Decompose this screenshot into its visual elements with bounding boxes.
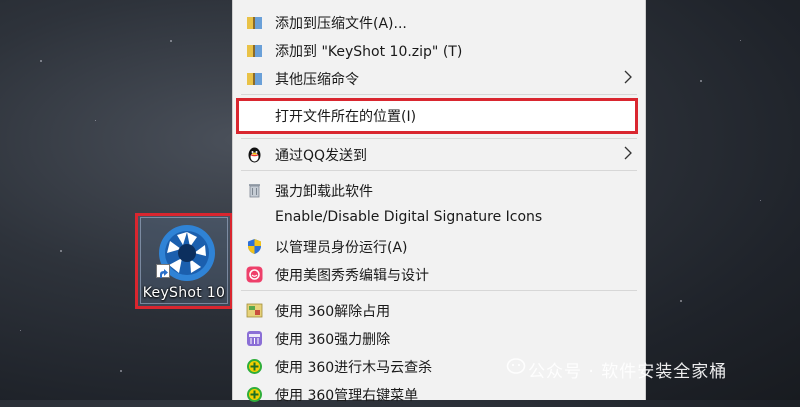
context-menu: 添加到压缩文件(A)... 添加到 "KeyShot 10.zip" (T) 其… <box>232 0 646 404</box>
scan-360-icon <box>247 359 262 374</box>
menu-separator <box>241 138 637 139</box>
menu-item-label: 使用 360进行木马云查杀 <box>275 360 433 376</box>
menu-item-360-unlock[interactable]: 使用 360解除占用 <box>233 297 645 323</box>
unlock-360-icon <box>246 303 263 318</box>
shred-360-icon <box>247 331 262 346</box>
menu-item-label: 使用 360管理右键菜单 <box>275 388 419 404</box>
menu-item-send-via-qq[interactable]: 通过QQ发送到 <box>233 141 645 167</box>
menu-separator <box>241 170 637 171</box>
menu-item-360-force-delete[interactable]: 使用 360强力删除 <box>233 325 645 351</box>
menu-item-label: 使用 360强力删除 <box>275 332 391 348</box>
menu-item-label: 添加到压缩文件(A)... <box>275 16 407 32</box>
menu-item-label: 以管理员身份运行(A) <box>275 240 408 256</box>
menu-item-360-manage-context-menu[interactable]: 使用 360管理右键菜单 <box>233 381 645 407</box>
menu-item-digital-signature-icons[interactable]: Enable/Disable Digital Signature Icons <box>233 205 645 231</box>
menu-item-label: 添加到 "KeyShot 10.zip" (T) <box>275 44 463 60</box>
menu-item-label: Enable/Disable Digital Signature Icons <box>275 209 543 225</box>
menu-item-force-uninstall[interactable]: 强力卸载此软件 <box>233 177 645 203</box>
menu-item-meitu-edit[interactable]: 使用美图秀秀编辑与设计 <box>233 261 645 287</box>
menu-item-label: 使用 360解除占用 <box>275 304 391 320</box>
watermark-text: 公众号 · 软件安装全家桶 <box>528 362 728 382</box>
menu-item-add-to-archive[interactable]: 添加到压缩文件(A)... <box>233 9 645 35</box>
chevron-right-icon <box>624 70 632 84</box>
shortcut-label: KeyShot 10 <box>142 285 226 301</box>
menu-item-label: 通过QQ发送到 <box>275 148 368 164</box>
menu-item-label: 打开文件所在的位置(I) <box>275 109 417 125</box>
qq-penguin-icon <box>248 147 261 163</box>
trash-icon <box>249 184 260 198</box>
menu-item-label: 使用美图秀秀编辑与设计 <box>275 268 429 284</box>
desktop-shortcut-keyshot[interactable]: KeyShot 10 <box>135 213 233 309</box>
menu-item-label: 其他压缩命令 <box>275 72 359 88</box>
uac-shield-icon <box>248 239 261 254</box>
menu-item-open-file-location[interactable]: 打开文件所在的位置(I) <box>236 98 638 134</box>
scan-360-icon <box>247 387 262 402</box>
shortcut-arrow-icon <box>156 264 170 278</box>
archive-icon <box>247 17 262 29</box>
menu-separator <box>241 290 637 291</box>
menu-separator <box>241 94 637 95</box>
menu-item-label: 强力卸载此软件 <box>275 184 373 200</box>
menu-item-add-to-zip[interactable]: 添加到 "KeyShot 10.zip" (T) <box>233 37 645 63</box>
menu-item-run-as-admin[interactable]: 以管理员身份运行(A) <box>233 233 645 259</box>
meitu-icon <box>246 266 263 283</box>
archive-icon <box>247 73 262 85</box>
chevron-right-icon <box>624 146 632 160</box>
menu-item-other-archive-commands[interactable]: 其他压缩命令 <box>233 65 645 91</box>
archive-icon <box>247 45 262 57</box>
